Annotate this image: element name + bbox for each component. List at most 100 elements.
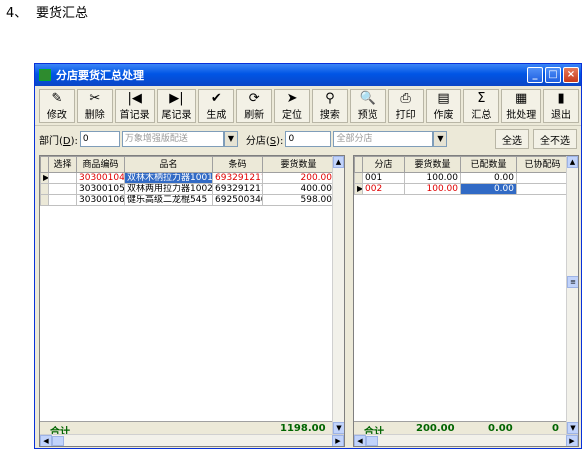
table-row[interactable]: ▶ 002 100.00 0.00 [354, 183, 569, 195]
locate-button[interactable]: ➤ 定位 [274, 89, 310, 123]
stores-vertical-scrollbar[interactable]: ▲ ≡ ▼ [566, 156, 578, 434]
col-header-code[interactable]: 商品编码 [76, 156, 125, 173]
select-none-button[interactable]: 全不选 [533, 129, 577, 149]
code-cell[interactable]: 30300106 [76, 194, 125, 206]
scroll-down-icon[interactable]: ▼ [333, 422, 344, 434]
col-header-name[interactable]: 品名 [124, 156, 213, 173]
table-row[interactable]: 30300106 健乐高级二龙棍545 6925003409 598.00 [40, 194, 335, 206]
maximize-button[interactable]: □ [545, 67, 561, 83]
void-icon: ▤ [437, 90, 450, 106]
scroll-up-icon[interactable]: ▲ [333, 156, 344, 168]
code-cell[interactable]: 30300105 [76, 183, 125, 195]
first-icon: |◀ [127, 90, 142, 106]
qty-cell[interactable]: 200.00 [262, 172, 335, 184]
qty-cell[interactable]: 100.00 [404, 172, 461, 184]
scroll-left-icon[interactable]: ◀ [40, 435, 52, 446]
section-number: 4、 [6, 6, 28, 21]
table-row[interactable]: ▶ 30300104 双林木柄拉力器1001 6932912110 200.00 [40, 172, 335, 184]
row-indicator-header [354, 156, 363, 173]
barcode-cell[interactable]: 6925003409 [212, 194, 263, 206]
barcode-cell[interactable]: 6932912110 [212, 183, 263, 195]
table-row[interactable]: 30300105 双林两用拉力器1002 6932912110 400.00 [40, 183, 335, 195]
row-indicator [40, 194, 49, 206]
col-header-store[interactable]: 分店 [362, 156, 405, 173]
col-header-select[interactable]: 选择 [48, 156, 77, 173]
store-cell[interactable]: 001 [362, 172, 405, 184]
extra-cell[interactable] [516, 183, 569, 195]
code-cell[interactable]: 30300104 [76, 172, 125, 184]
edit-button[interactable]: ✎ 修改 [39, 89, 75, 123]
exit-icon: ▮ [557, 90, 565, 106]
last-record-button[interactable]: ▶| 尾记录 [156, 89, 197, 123]
toolbar-button-label: 定位 [282, 109, 303, 121]
total-qty: 200.00 [416, 423, 455, 434]
toolbar-button-label: 批处理 [506, 109, 537, 121]
batch-button[interactable]: ▦ 批处理 [501, 89, 542, 123]
toolbar-button-label: 预览 [357, 109, 378, 121]
scroll-right-icon[interactable]: ▶ [566, 435, 578, 446]
void-button[interactable]: ▤ 作废 [425, 89, 462, 123]
name-cell[interactable]: 健乐高级二龙棍545 [124, 194, 213, 206]
batch-icon: ▦ [515, 90, 528, 106]
select-cell[interactable] [48, 183, 77, 195]
select-cell[interactable] [48, 194, 77, 206]
alloc-cell[interactable]: 0.00 [460, 183, 517, 195]
minimize-button[interactable]: _ [527, 67, 543, 83]
store-cell[interactable]: 002 [362, 183, 405, 195]
barcode-cell[interactable]: 6932912110 [212, 172, 263, 184]
exit-button[interactable]: ▮ 退出 [543, 89, 579, 123]
col-header-alloc[interactable]: 已配数量 [460, 156, 517, 173]
select-all-button[interactable]: 全选 [495, 129, 529, 149]
toolbar-button-label: 首记录 [119, 109, 150, 121]
first-record-button[interactable]: |◀ 首记录 [114, 89, 155, 123]
col-header-extra[interactable]: 已协配码 [516, 156, 569, 173]
items-vertical-scrollbar[interactable]: ▲ ▼ [332, 156, 344, 434]
items-grid: 选择 商品编码 品名 条码 要货数量 ▶ 30300104 双林木柄拉力器100… [39, 155, 345, 447]
store-dropdown-icon[interactable]: ▼ [433, 131, 448, 147]
preview-button[interactable]: 🔍 预览 [349, 89, 386, 123]
name-cell[interactable]: 双林木柄拉力器1001 [124, 172, 213, 184]
toolbar-button-label: 打印 [395, 109, 416, 121]
toolbar-button-label: 尾记录 [161, 109, 192, 121]
items-horizontal-scrollbar[interactable]: ◀ ▶ [40, 434, 344, 446]
scroll-down-icon[interactable]: ▼ [567, 422, 578, 434]
sigma-icon: Σ [477, 90, 486, 106]
generate-button[interactable]: ✔ 生成 [198, 89, 235, 123]
scroll-thumb[interactable] [52, 436, 64, 446]
table-row[interactable]: 001 100.00 0.00 [354, 172, 569, 184]
close-button[interactable]: × [563, 67, 579, 83]
refresh-button[interactable]: ⟳ 刷新 [236, 89, 273, 123]
qty-cell[interactable]: 598.00 [262, 194, 335, 206]
col-header-barcode[interactable]: 条码 [212, 156, 263, 173]
select-cell[interactable] [48, 172, 77, 184]
name-cell[interactable]: 双林两用拉力器1002 [124, 183, 213, 195]
search-button[interactable]: ⚲ 搜索 [311, 89, 348, 123]
scroll-right-icon[interactable]: ▶ [332, 435, 344, 446]
toolbar-button-label: 汇总 [471, 109, 492, 121]
col-header-qty[interactable]: 要货数量 [262, 156, 335, 173]
col-header-qty[interactable]: 要货数量 [404, 156, 461, 173]
scroll-up-icon[interactable]: ▲ [567, 156, 578, 168]
toolbar-button-label: 作废 [433, 109, 454, 121]
summary-button[interactable]: Σ 汇总 [463, 89, 500, 123]
delete-button[interactable]: ✂ 删除 [76, 89, 113, 123]
title-bar: 分店要货汇总处理 _ □ × [35, 64, 581, 86]
stores-horizontal-scrollbar[interactable]: ◀ ▶ [354, 434, 578, 446]
dept-dropdown-icon[interactable]: ▼ [223, 131, 238, 147]
delete-icon: ✂ [89, 90, 101, 106]
dept-code-input[interactable]: 0 [79, 131, 120, 147]
qty-cell[interactable]: 100.00 [404, 183, 461, 195]
scroll-thumb[interactable]: ≡ [567, 276, 578, 288]
scroll-left-icon[interactable]: ◀ [354, 435, 366, 446]
alloc-cell[interactable]: 0.00 [460, 172, 517, 184]
dept-name-field[interactable]: 万象增强版配送 [121, 131, 224, 147]
store-name-field[interactable]: 全部分店 [333, 131, 434, 147]
toolbar: ✎ 修改 ✂ 删除 |◀ 首记录 ▶| 尾记录 ✔ 生成 ⟳ 刷新 ➤ 定位 ⚲ 搜索 🔍 预览 ⎙ 打印 ▤ 作废 Σ 汇总… [35, 86, 581, 126]
current-row-arrow-icon: ▶ [354, 183, 363, 195]
extra-cell[interactable] [516, 172, 569, 184]
scroll-thumb[interactable] [366, 436, 378, 446]
qty-cell[interactable]: 400.00 [262, 183, 335, 195]
print-button[interactable]: ⎙ 打印 [387, 89, 424, 123]
store-code-input[interactable]: 0 [285, 131, 332, 147]
stores-grid: 分店 要货数量 已配数量 已协配码 001 100.00 0.00 ▶ 002 … [353, 155, 579, 447]
